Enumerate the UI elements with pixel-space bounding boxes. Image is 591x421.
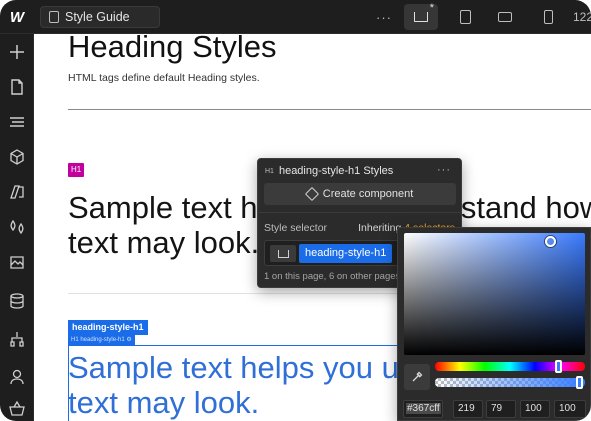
users-icon[interactable] xyxy=(0,362,34,392)
red-input[interactable]: 219 xyxy=(453,400,483,418)
green-input[interactable]: 79 xyxy=(486,400,516,418)
inheriting-prefix: Inheriting xyxy=(358,222,402,234)
divider xyxy=(258,212,461,213)
components-icon[interactable] xyxy=(0,142,34,172)
divider xyxy=(68,109,591,110)
create-component-button[interactable]: Create component xyxy=(264,183,456,205)
cms-icon[interactable] xyxy=(0,286,34,316)
pages-icon[interactable] xyxy=(0,72,34,102)
styles-icon[interactable] xyxy=(0,212,34,242)
styles-panel-title: heading-style-h1 Styles xyxy=(278,165,394,177)
logic-icon[interactable] xyxy=(0,324,34,354)
mobile-landscape-icon xyxy=(498,12,512,22)
alpha-input[interactable]: 100 xyxy=(554,400,586,418)
more-icon[interactable]: ··· xyxy=(371,4,397,30)
add-icon[interactable] xyxy=(0,37,34,67)
alpha-handle[interactable] xyxy=(576,376,583,389)
page-description[interactable]: HTML tags define default Heading styles. xyxy=(68,72,260,84)
page-selector[interactable]: Style Guide xyxy=(40,6,160,28)
mobile-portrait-button[interactable] xyxy=(535,4,561,30)
component-icon xyxy=(304,186,319,202)
style-selector-label: Style selector xyxy=(264,222,328,234)
mobile-landscape-button[interactable] xyxy=(492,4,518,30)
styles-panel-header: H1 heading-style-h1 Styles xyxy=(258,159,461,183)
h1-tag-icon: H1 xyxy=(265,167,274,175)
tablet-button[interactable] xyxy=(452,4,478,30)
saturation-value-area[interactable] xyxy=(404,233,585,355)
page-icon xyxy=(49,11,59,23)
desktop-base-button[interactable] xyxy=(404,2,438,30)
color-picker: #367cff 219 79 100 100 xyxy=(397,227,591,421)
class-chip[interactable]: heading-style-h1 xyxy=(299,244,393,263)
hex-value: #367cff xyxy=(406,403,441,414)
page-title[interactable]: Heading Styles xyxy=(68,35,277,65)
tablet-icon xyxy=(459,10,471,24)
usage-count: 1 on this page, 6 on other pages. xyxy=(264,271,403,282)
navigator-icon[interactable] xyxy=(0,107,34,137)
top-bar: W Style Guide ··· 122 xyxy=(0,0,591,34)
hue-handle[interactable] xyxy=(555,360,562,373)
ecommerce-icon[interactable] xyxy=(0,394,34,421)
state-button[interactable] xyxy=(270,245,296,262)
more-icon[interactable]: ··· xyxy=(437,164,451,176)
hex-input[interactable]: #367cff xyxy=(403,400,443,418)
color-handle[interactable] xyxy=(545,236,556,247)
selected-element-label[interactable]: heading-style-h1 xyxy=(68,320,148,335)
create-component-label: Create component xyxy=(322,188,414,200)
page-name: Style Guide xyxy=(65,10,130,24)
h1-badge[interactable]: H1 xyxy=(68,163,85,177)
left-sidebar xyxy=(0,34,34,421)
viewport-width: 122 xyxy=(573,10,591,24)
alpha-slider[interactable] xyxy=(435,376,585,389)
eyedropper-icon xyxy=(412,371,423,382)
app-window: W Style Guide ··· 122 xyxy=(0,0,591,421)
desktop-base-icon xyxy=(414,2,434,22)
blue-input[interactable]: 100 xyxy=(520,400,550,418)
assets-icon[interactable] xyxy=(0,247,34,277)
webflow-logo-icon[interactable]: W xyxy=(0,0,34,34)
mobile-portrait-icon xyxy=(543,10,553,24)
breakpoint-icon xyxy=(277,249,289,258)
variables-icon[interactable] xyxy=(0,177,34,207)
hue-slider[interactable] xyxy=(435,360,585,373)
selected-element-sublabel: H1 heading-style-h1 ⚙ xyxy=(68,335,135,345)
eyedropper-button[interactable] xyxy=(404,364,430,390)
